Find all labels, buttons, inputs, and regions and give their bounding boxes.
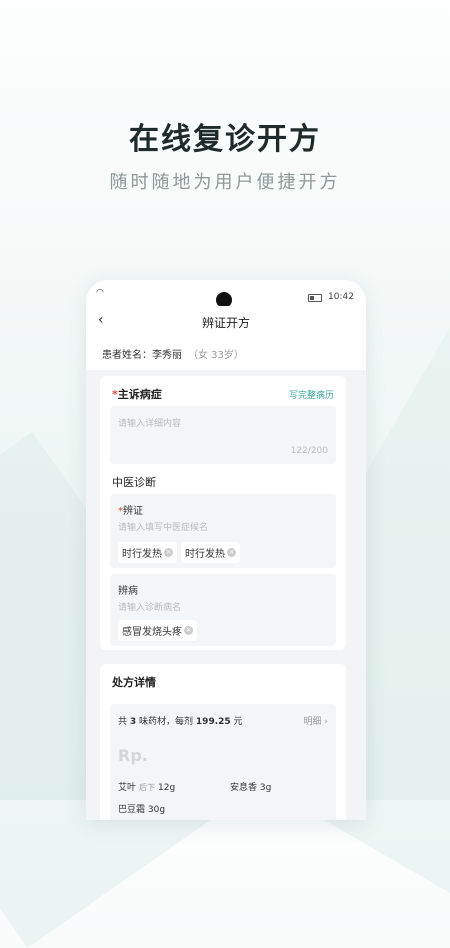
- complaint-placeholder: 请输入详细内容: [118, 419, 182, 429]
- syndrome-tags: 时行发热 × 时行发热 ×: [118, 542, 240, 563]
- status-time: 10:42: [328, 292, 354, 302]
- complaint-title: *主诉病症: [112, 388, 162, 401]
- syndrome-placeholder: 请输入填写中医症候名: [118, 523, 209, 533]
- diagnosis-card: *主诉病症 写完整病历 请输入详细内容 122/200 中医诊断 *辨证 请输入…: [100, 376, 346, 650]
- disease-tag[interactable]: 感冒发烧头疼 ×: [118, 620, 197, 641]
- patient-meta: （女 33岁）: [188, 350, 244, 361]
- herb-item: 安息香 3g: [230, 783, 272, 793]
- prescription-card: 处方详情 共 3 味药材，每剂 199.25 元 明细 › Rp. 艾叶 后下 12…: [100, 664, 346, 820]
- syndrome-tag[interactable]: 时行发热 ×: [181, 542, 240, 563]
- rp-mark: Rp.: [118, 746, 148, 765]
- disease-label: 辨病: [118, 586, 138, 597]
- remove-tag-icon[interactable]: ×: [184, 626, 193, 635]
- prescription-title: 处方详情: [112, 676, 156, 689]
- syndrome-label: *辨证: [118, 506, 143, 517]
- syndrome-tag[interactable]: 时行发热 ×: [118, 542, 177, 563]
- syndrome-field[interactable]: *辨证 请输入填写中医症候名 时行发热 × 时行发热 ×: [110, 494, 336, 568]
- remove-tag-icon[interactable]: ×: [227, 548, 236, 557]
- disease-placeholder: 请输入诊断病名: [118, 603, 182, 613]
- complaint-char-count: 122/200: [290, 446, 328, 456]
- disease-field[interactable]: 辨病 请输入诊断病名 感冒发烧头疼 ×: [110, 574, 336, 646]
- prescription-box: 共 3 味药材，每剂 199.25 元 明细 › Rp. 艾叶 后下 12g 安息香…: [110, 704, 336, 820]
- nav-bar: ‹ 辨证开方: [86, 306, 366, 336]
- prescription-summary: 共 3 味药材，每剂 199.25 元: [118, 717, 243, 727]
- promo-subheadline: 随时随地为用户便捷开方: [109, 172, 341, 193]
- phone-mockup: ◠ 10:42 ‹ 辨证开方 患者姓名：李秀丽 （女 33岁） *主诉病症 写完整…: [86, 280, 366, 820]
- remove-tag-icon[interactable]: ×: [164, 548, 173, 557]
- prescription-detail-link[interactable]: 明细 ›: [304, 714, 328, 727]
- complaint-textarea[interactable]: 请输入详细内容 122/200: [110, 406, 336, 464]
- promo-headline: 在线复诊开方: [129, 122, 321, 157]
- battery-icon: [308, 294, 322, 302]
- wifi-icon: ◠: [96, 288, 104, 298]
- herb-item: 艾叶 后下 12g: [118, 783, 176, 793]
- full-record-link[interactable]: 写完整病历: [289, 388, 334, 401]
- herb-item: 巴豆霜 30g: [118, 805, 166, 815]
- status-bar: ◠ 10:42: [86, 280, 366, 308]
- disease-tags: 感冒发烧头疼 ×: [118, 620, 197, 641]
- patient-info: 患者姓名：李秀丽 （女 33岁）: [86, 336, 366, 370]
- patient-name: 患者姓名：李秀丽 （女 33岁）: [102, 350, 244, 361]
- nav-title: 辨证开方: [201, 316, 250, 330]
- tcm-diagnosis-title: 中医诊断: [112, 476, 156, 489]
